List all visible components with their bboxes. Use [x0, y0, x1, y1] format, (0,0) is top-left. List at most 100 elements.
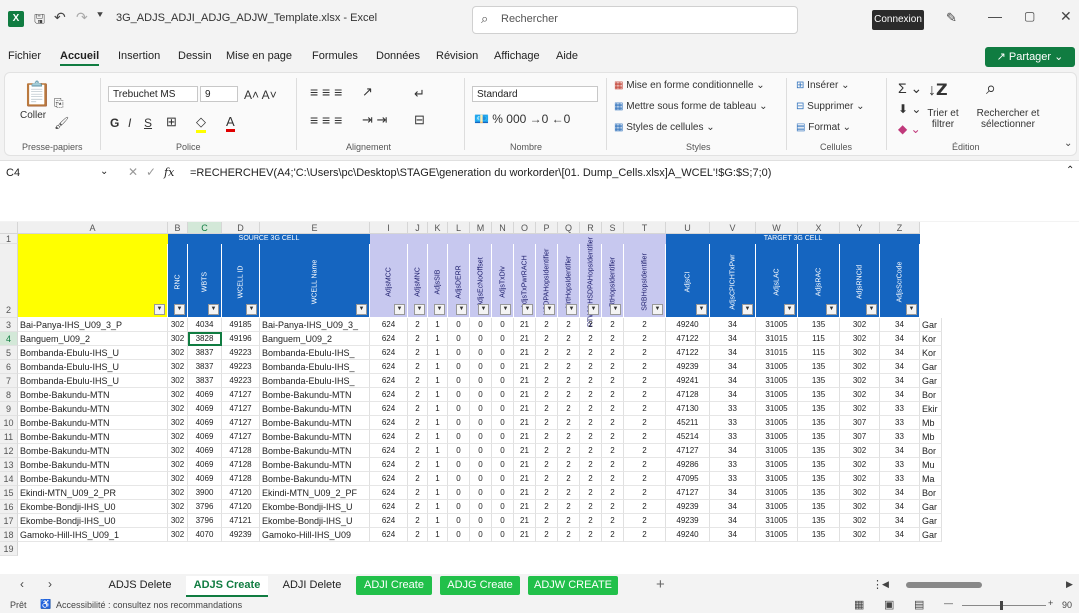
grid-cell[interactable]: 135	[798, 444, 840, 458]
pen-icon[interactable]: ✎	[946, 10, 957, 26]
grid-cell[interactable]: Bai-Panya-IHS_U09_3_	[260, 318, 370, 332]
grid-cell[interactable]: Ma	[920, 472, 942, 486]
grid-cell[interactable]: 2	[558, 430, 580, 444]
grid-cell[interactable]: 2	[624, 444, 666, 458]
grid-cell[interactable]: 2	[558, 332, 580, 346]
column-header-c[interactable]: C	[188, 222, 222, 234]
grid-cell[interactable]: 34	[710, 514, 756, 528]
grid-cell[interactable]: 135	[798, 374, 840, 388]
row-header-7[interactable]: 7	[0, 374, 18, 388]
grid-cell[interactable]: 4070	[188, 528, 222, 542]
grid-cell[interactable]: 0	[492, 374, 514, 388]
grid-cell[interactable]: Bombe-Bakundu-MTN	[18, 458, 168, 472]
grid-cell[interactable]: 624	[370, 332, 408, 346]
select-all-corner[interactable]	[0, 222, 18, 234]
grid-cell[interactable]: 31005	[756, 374, 798, 388]
grid-cell[interactable]: 21	[514, 416, 536, 430]
grid-cell[interactable]: 2	[408, 360, 428, 374]
name-box[interactable]: C4	[6, 167, 96, 179]
zoom-slider[interactable]	[962, 601, 1046, 610]
grid-cell[interactable]: 135	[798, 416, 840, 430]
sort-filter-label[interactable]: Trier et filtrer	[918, 108, 968, 130]
grid-cell[interactable]: 1	[428, 318, 448, 332]
grid-cell[interactable]: 2	[602, 332, 624, 346]
grid-cell[interactable]: 34	[710, 374, 756, 388]
grid-cell[interactable]: 302	[168, 318, 188, 332]
grid-cell[interactable]: 302	[840, 388, 880, 402]
grid-cell[interactable]: 34	[710, 360, 756, 374]
grid-cell[interactable]: 2	[558, 472, 580, 486]
column-header-v[interactable]: V	[710, 222, 756, 234]
grid-cell[interactable]: 21	[514, 472, 536, 486]
grid-cell[interactable]: 4069	[188, 430, 222, 444]
filter-dropdown-icon[interactable]: ▼	[826, 304, 837, 315]
cell-styles-button[interactable]: ▦ Styles de cellules ⌄	[614, 122, 715, 133]
grid-cell[interactable]: 2	[558, 514, 580, 528]
filter-dropdown-icon[interactable]: ▼	[566, 304, 577, 315]
grid-cell[interactable]: 2	[536, 472, 558, 486]
grid-cell[interactable]: 2	[580, 486, 602, 500]
row-header-19[interactable]: 19	[0, 542, 18, 556]
scroll-left-icon[interactable]: ◀	[882, 579, 889, 590]
grid-cell[interactable]: 1	[428, 500, 448, 514]
grid-cell[interactable]: 2	[536, 360, 558, 374]
grid-cell[interactable]: 2	[580, 444, 602, 458]
menu-formules[interactable]: Formules	[312, 50, 358, 62]
grid-cell[interactable]: 49239	[666, 500, 710, 514]
row-header-8[interactable]: 8	[0, 388, 18, 402]
grid-cell[interactable]: 302	[840, 514, 880, 528]
grid-cell[interactable]: 115	[798, 332, 840, 346]
grid-cell[interactable]: 624	[370, 458, 408, 472]
grid-cell[interactable]: 2	[602, 486, 624, 500]
grid-cell[interactable]: 47095	[666, 472, 710, 486]
menu-mise-en-page[interactable]: Mise en page	[226, 50, 292, 62]
add-sheet-icon[interactable]: +	[656, 576, 665, 593]
grid-cell[interactable]: 0	[470, 318, 492, 332]
grid-cell[interactable]: Bombe-Bakundu-MTN	[260, 458, 370, 472]
grid-cell[interactable]: Bombe-Bakundu-MTN	[260, 430, 370, 444]
filter-dropdown-icon[interactable]: ▼	[478, 304, 489, 315]
redo-icon[interactable]: ↷	[76, 9, 88, 26]
grid-cell[interactable]: 34	[710, 528, 756, 542]
filter-dropdown-icon[interactable]: ▼	[356, 304, 367, 315]
grid-cell[interactable]: 0	[470, 388, 492, 402]
next-sheet-icon[interactable]: ›	[48, 577, 52, 591]
filter-dropdown-icon[interactable]: ▼	[588, 304, 599, 315]
grid-cell[interactable]: 0	[448, 332, 470, 346]
grid-cell[interactable]: 31005	[756, 388, 798, 402]
grid-cell[interactable]: 2	[624, 486, 666, 500]
grid-cell[interactable]: 21	[514, 374, 536, 388]
grid-cell[interactable]: 34	[710, 332, 756, 346]
grid-cell[interactable]: 34	[710, 388, 756, 402]
grid-cell[interactable]: 0	[470, 514, 492, 528]
grid-cell[interactable]: 624	[370, 444, 408, 458]
row-header-5[interactable]: 5	[0, 346, 18, 360]
grid-cell[interactable]: 2	[580, 374, 602, 388]
grid-cell[interactable]: 302	[840, 402, 880, 416]
grid-cell[interactable]: 49223	[222, 360, 260, 374]
column-header-q[interactable]: Q	[558, 222, 580, 234]
grid-cell[interactable]: 302	[840, 332, 880, 346]
grid-cell[interactable]: 2	[558, 500, 580, 514]
grid-cell[interactable]: 2	[580, 388, 602, 402]
fill-color-icon[interactable]: ◇	[196, 114, 206, 133]
grid-cell[interactable]: 33	[710, 472, 756, 486]
grid-cell[interactable]: 135	[798, 528, 840, 542]
grid-cell[interactable]: 0	[492, 458, 514, 472]
grid-cell[interactable]: 31005	[756, 472, 798, 486]
indent-icon[interactable]: ⇥ ⇥	[362, 112, 387, 128]
grid-cell[interactable]: 49223	[222, 374, 260, 388]
grid-cell[interactable]: 34	[880, 360, 920, 374]
grid-cell[interactable]: Gar	[920, 318, 942, 332]
menu-affichage[interactable]: Affichage	[494, 50, 540, 62]
filter-dropdown-icon[interactable]: ▼	[500, 304, 511, 315]
grid-cell[interactable]: Bombanda-Ebulu-IHS_U	[18, 360, 168, 374]
grid-cell[interactable]: 2	[580, 346, 602, 360]
sort-filter-icon[interactable]: ↓𝗭	[928, 80, 948, 100]
grid-cell[interactable]: 302	[840, 360, 880, 374]
format-as-table-button[interactable]: ▦ Mettre sous forme de tableau ⌄	[614, 101, 767, 112]
grid-cell[interactable]: 302	[840, 458, 880, 472]
grid-cell[interactable]: 2	[580, 458, 602, 472]
grid-cell[interactable]: 302	[840, 346, 880, 360]
grid-cell[interactable]: 0	[470, 346, 492, 360]
